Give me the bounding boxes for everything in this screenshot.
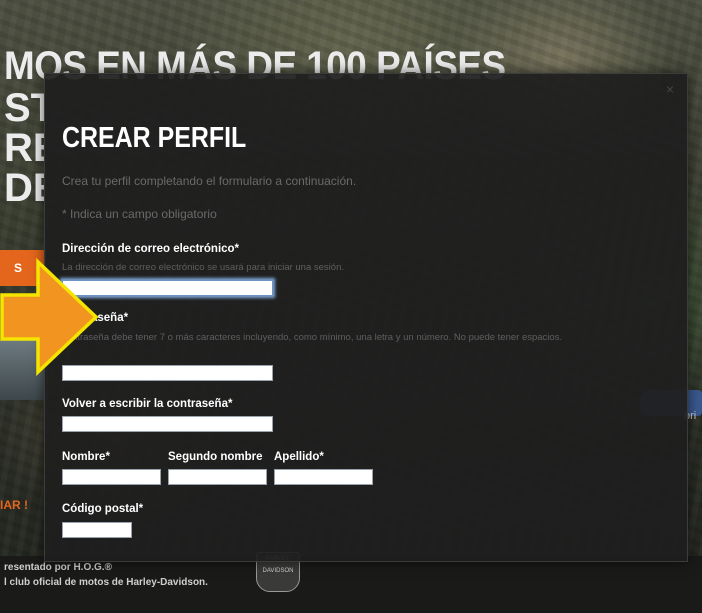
arrow-right-icon	[0, 258, 99, 376]
password-confirm-field[interactable]	[62, 416, 273, 432]
footer-club-description: l club oficial de motos de Harley-Davids…	[4, 577, 208, 588]
last-name-label: Apellido*	[274, 451, 324, 463]
modal-title: CREAR PERFIL	[62, 122, 247, 154]
password-confirm-label: Volver a escribir la contraseña*	[62, 398, 233, 410]
middle-name-label: Segundo nombre	[168, 451, 263, 463]
create-profile-modal: × CREAR PERFIL Crea tu perfil completand…	[44, 73, 688, 562]
background-orange-link[interactable]: IAR !	[0, 498, 28, 512]
email-hint: La dirección de correo electrónico se us…	[62, 262, 344, 273]
first-name-field[interactable]	[62, 469, 161, 485]
first-name-label: Nombre*	[62, 451, 110, 463]
background-side-text: DE	[4, 168, 44, 208]
password-hint: contraseña debe tener 7 o más caracteres…	[62, 332, 563, 343]
modal-subtitle: Crea tu perfil completando el formulario…	[62, 174, 357, 188]
background-side-text: STI	[4, 88, 44, 128]
postal-code-field[interactable]	[62, 522, 132, 538]
email-label: Dirección de correo electrónico*	[62, 243, 240, 255]
background-side-text: RE	[4, 128, 44, 168]
postal-code-label: Código postal*	[62, 503, 144, 515]
close-icon[interactable]: ×	[663, 82, 677, 96]
last-name-field[interactable]	[274, 469, 373, 485]
footer-presented-by: resentado por H.O.G.®	[4, 562, 112, 573]
middle-name-field[interactable]	[168, 469, 267, 485]
required-field-note: * Indica un campo obligatorio	[62, 207, 217, 221]
